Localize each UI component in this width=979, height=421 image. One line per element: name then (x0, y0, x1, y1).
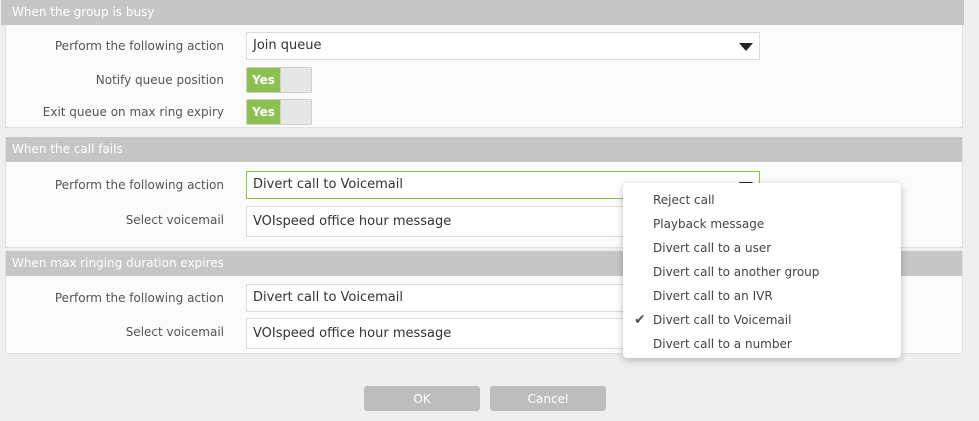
max-ring-action-select[interactable]: Divert call to Voicemail (246, 284, 626, 312)
checkmark-icon: ✔ (634, 312, 646, 328)
section-header-fails: When the call fails (6, 137, 962, 162)
fails-voicemail-value: VOIspeed office hour message (253, 214, 452, 229)
cancel-button[interactable]: Cancel (490, 386, 606, 411)
dropdown-item-divert-group[interactable]: Divert call to another group (623, 260, 901, 284)
max-ring-voicemail-select[interactable]: VOIspeed office hour message (246, 318, 626, 349)
notify-queue-label: Notify queue position (95, 73, 224, 87)
busy-action-label: Perform the following action (54, 39, 224, 53)
notify-queue-toggle-on: Yes (247, 68, 280, 92)
chevron-down-icon (739, 43, 753, 51)
exit-queue-toggle-knob (280, 100, 311, 124)
ok-button[interactable]: OK (364, 386, 480, 411)
max-ring-voicemail-label: Select voicemail (125, 325, 224, 339)
dropdown-item-divert-number[interactable]: Divert call to a number (623, 332, 901, 356)
dropdown-item-label: Divert call to a number (653, 337, 792, 351)
max-ring-action-label: Perform the following action (54, 291, 224, 305)
section-group-busy: When the group is busy Perform the follo… (1, 0, 964, 128)
section-header-busy: When the group is busy (1, 0, 964, 25)
action-dropdown-menu: Reject call Playback message Divert call… (623, 183, 901, 358)
dropdown-item-divert-user[interactable]: Divert call to a user (623, 236, 901, 260)
notify-queue-toggle[interactable]: Yes (246, 67, 312, 93)
dropdown-item-label: Divert call to an IVR (653, 289, 773, 303)
max-ring-action-value: Divert call to Voicemail (253, 290, 403, 305)
dropdown-item-label: Divert call to a user (653, 241, 772, 255)
dropdown-item-playback-message[interactable]: Playback message (623, 212, 901, 236)
fails-action-value: Divert call to Voicemail (253, 177, 403, 192)
page: When the group is busy Perform the follo… (0, 0, 979, 421)
fails-action-label: Perform the following action (54, 178, 224, 192)
dropdown-item-label: Divert call to Voicemail (653, 313, 792, 327)
fails-voicemail-label: Select voicemail (125, 213, 224, 227)
busy-action-select[interactable]: Join queue (246, 32, 760, 60)
exit-queue-toggle[interactable]: Yes (246, 99, 312, 125)
fails-voicemail-select[interactable]: VOIspeed office hour message (246, 206, 626, 237)
dropdown-item-divert-ivr[interactable]: Divert call to an IVR (623, 284, 901, 308)
busy-action-value: Join queue (253, 38, 322, 53)
dropdown-item-label: Divert call to another group (653, 265, 820, 279)
dropdown-item-reject-call[interactable]: Reject call (623, 188, 901, 212)
exit-queue-label: Exit queue on max ring expiry (42, 105, 224, 119)
dropdown-item-divert-voicemail[interactable]: ✔ Divert call to Voicemail (623, 308, 901, 332)
max-ring-voicemail-value: VOIspeed office hour message (253, 326, 452, 341)
dropdown-item-label: Reject call (653, 193, 715, 207)
notify-queue-toggle-knob (280, 68, 311, 92)
dropdown-item-label: Playback message (653, 217, 765, 231)
exit-queue-toggle-on: Yes (247, 100, 280, 124)
